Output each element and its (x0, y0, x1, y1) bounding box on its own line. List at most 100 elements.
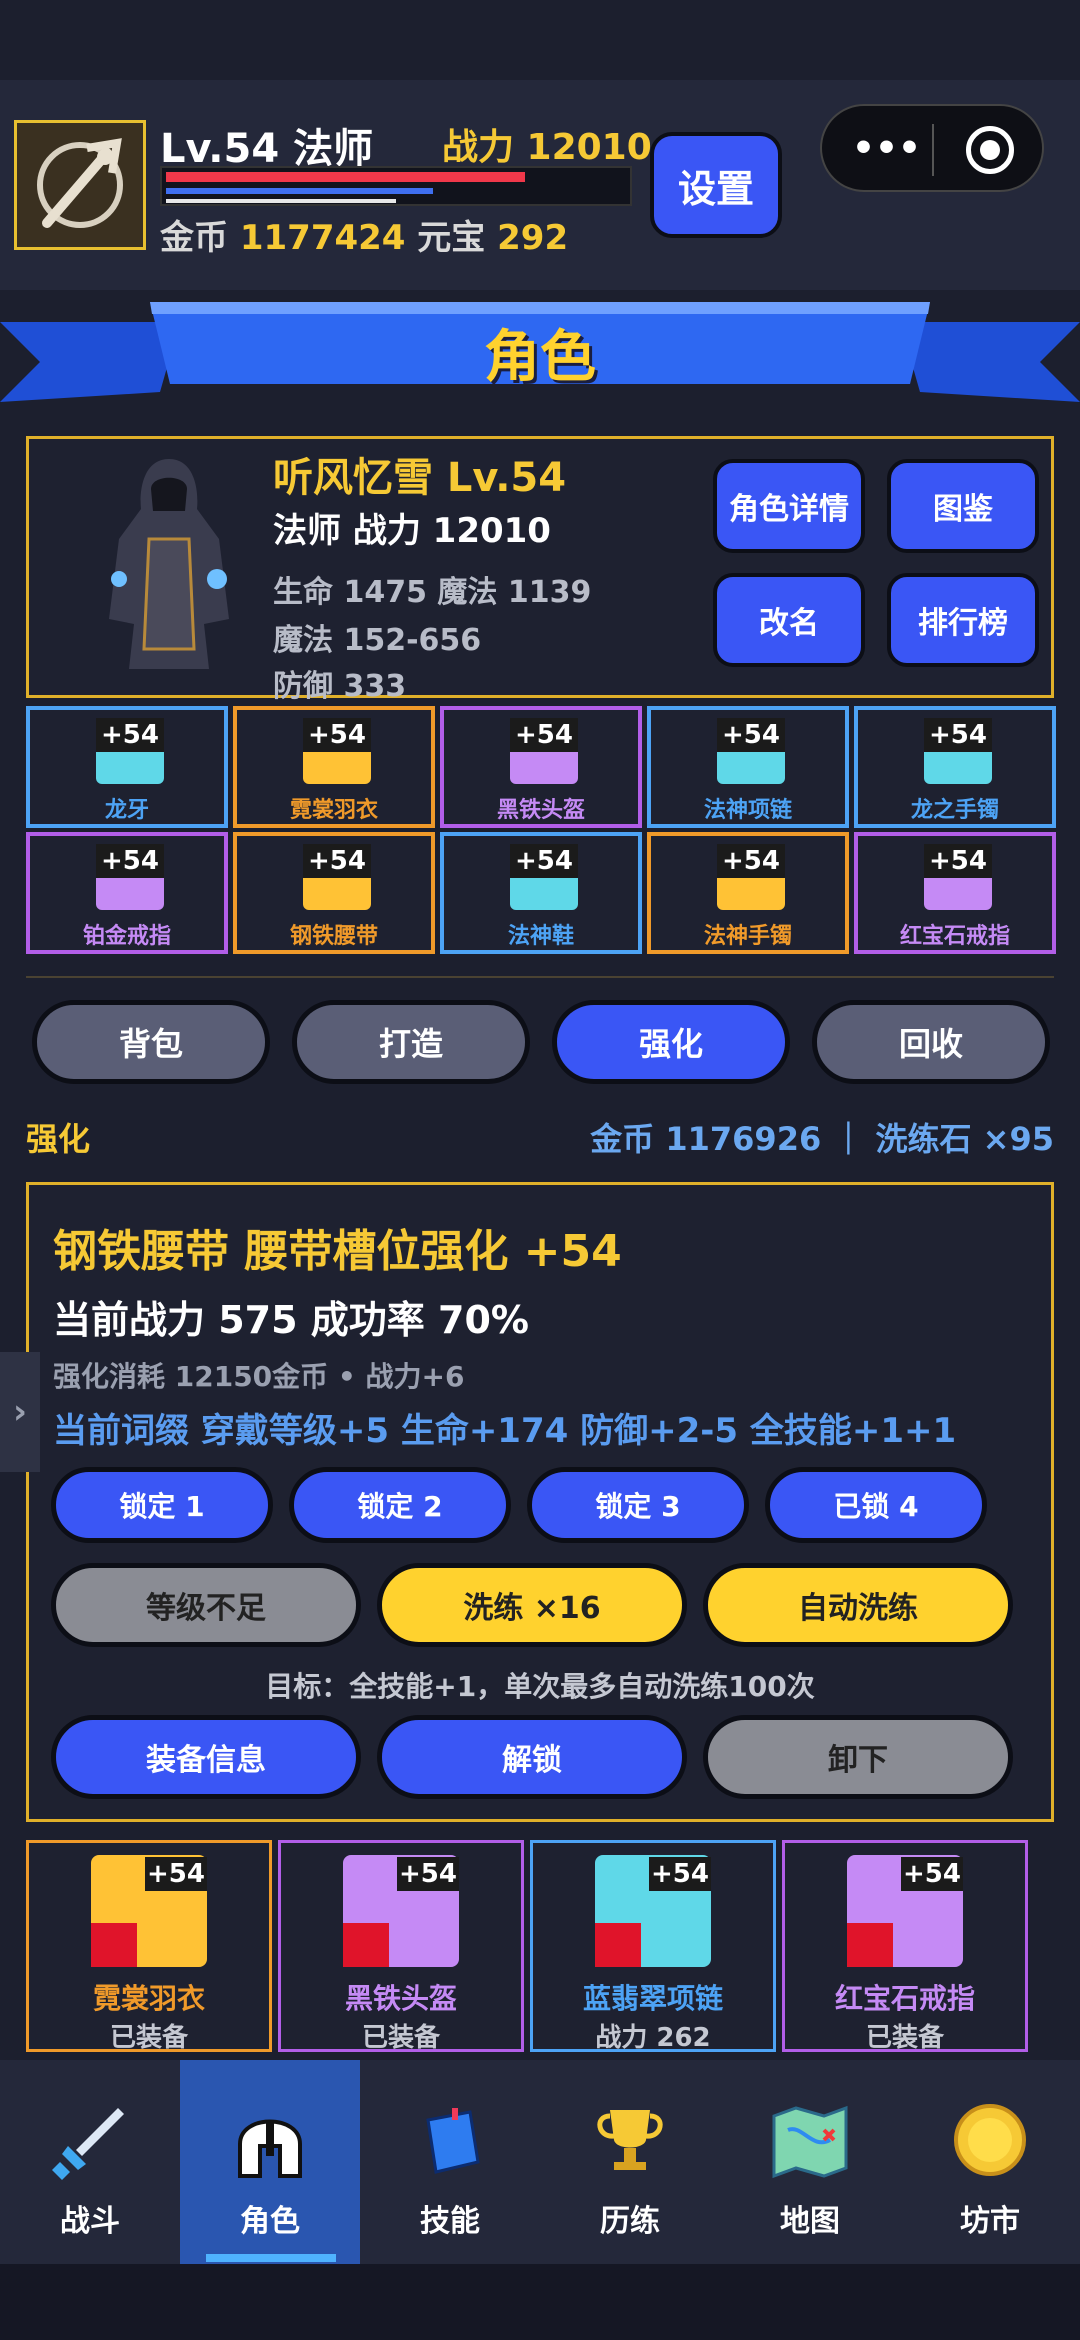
nav-map[interactable]: 地图 (720, 2060, 900, 2264)
equipment-slot[interactable]: +54 铂金戒指 (26, 832, 228, 954)
lock-icon (91, 1923, 137, 1967)
character-hp-mp: 生命 1475 魔法 1139 (273, 575, 592, 610)
hp-bar (166, 172, 525, 182)
enhance-affixes: 当前词缀 穿戴等级+5 生命+174 防御+2-5 全技能+1+1 (53, 1411, 957, 1451)
bag-item-level: +54 (649, 1857, 711, 1891)
equipment-level: +54 (924, 718, 992, 752)
skill-book-icon (426, 2108, 480, 2174)
class-avatar[interactable] (14, 120, 146, 250)
lock-1-button[interactable]: 锁定 1 (51, 1467, 273, 1543)
nav-character[interactable]: 角色 (180, 2060, 360, 2264)
equipment-name: 法神鞋 (507, 924, 574, 949)
gold-value: 1177424 (239, 218, 406, 258)
tab-bag[interactable]: 背包 (32, 1000, 270, 1084)
lock-icon (343, 1923, 389, 1967)
helmet-icon (238, 2119, 302, 2178)
equipment-level: +54 (303, 718, 371, 752)
bag-item-name: 蓝翡翠项链 (582, 1982, 723, 2015)
nav-active-indicator (206, 2254, 336, 2262)
nav-battle[interactable]: 战斗 (0, 2060, 180, 2264)
unlock-button[interactable]: 解锁 (377, 1715, 687, 1799)
nav-market-label: 坊市 (960, 2204, 1020, 2239)
section-divider (26, 976, 1054, 978)
page-title: 角色 (484, 325, 596, 390)
sword-icon (52, 2108, 124, 2180)
bag-item-card[interactable]: +54 红宝石戒指 已装备 (782, 1840, 1028, 2053)
equipment-name: 龙牙 (104, 798, 149, 823)
lock-icon (847, 1923, 893, 1967)
nav-market[interactable]: 坊市 (900, 2060, 1080, 2264)
bottom-safe-area (0, 2264, 1080, 2340)
tab-enhance[interactable]: 强化 (552, 1000, 790, 1084)
lock-3-button[interactable]: 锁定 3 (527, 1467, 749, 1543)
equipment-slot[interactable]: +54 龙牙 (26, 706, 228, 828)
bag-item-name: 红宝石戒指 (834, 1982, 975, 2015)
bag-item-level: +54 (145, 1857, 207, 1891)
locked-4-button[interactable]: 已锁 4 (765, 1467, 987, 1543)
gold-label: 金币 (160, 218, 228, 258)
refine-button[interactable]: 洗练 ×16 (377, 1563, 687, 1647)
nav-training[interactable]: 历练 (540, 2060, 720, 2264)
equipment-level: +54 (510, 718, 578, 752)
equipment-slot[interactable]: +54 黑铁头盔 (440, 706, 642, 828)
character-magic-attack: 魔法 152-656 (273, 623, 482, 658)
equipment-info-button[interactable]: 装备信息 (51, 1715, 361, 1799)
tab-forge[interactable]: 打造 (292, 1000, 530, 1084)
bag-item-status: 已装备 (361, 2023, 440, 2053)
equipment-name: 钢铁腰带 (289, 924, 378, 949)
capsule-divider (932, 124, 934, 176)
character-class-power: 法师 战力 12010 (273, 511, 551, 551)
enhance-power-rate: 当前战力 575 成功率 70% (53, 1298, 529, 1342)
lock-2-button[interactable]: 锁定 2 (289, 1467, 511, 1543)
unequip-button[interactable]: 卸下 (703, 1715, 1013, 1799)
equipment-slot[interactable]: +54 法神鞋 (440, 832, 642, 954)
player-power: 战力 12010 (442, 127, 652, 168)
bag-item-card[interactable]: +54 蓝翡翠项链战力 262 (530, 1840, 776, 2053)
character-name-level: 听风忆雪 Lv.54 (273, 455, 567, 501)
nav-skills[interactable]: 技能 (360, 2060, 540, 2264)
level-insufficient-button[interactable]: 等级不足 (51, 1563, 361, 1647)
refine-target-note: 目标：全技能+1，单次最多自动洗练100次 (265, 1670, 815, 1703)
equipment-level: +54 (96, 718, 164, 752)
equipment-slot[interactable]: +54 法神手镯 (647, 832, 849, 954)
section-title: 强化 (26, 1120, 91, 1158)
bag-item-name: 黑铁头盔 (344, 1982, 457, 2015)
yuanbao-label: 元宝 (417, 218, 486, 258)
enhance-item-title: 钢铁腰带 腰带槽位强化 +54 (53, 1226, 622, 1277)
equipment-level: +54 (717, 718, 785, 752)
currency-line: 金币 1177424 元宝 292 (160, 210, 568, 259)
character-details-button[interactable]: 角色详情 (713, 459, 865, 553)
equipment-name: 霓裳羽衣 (289, 798, 378, 823)
nav-skills-label: 技能 (420, 2204, 480, 2239)
trophy-icon (597, 2110, 663, 2170)
equipment-slot[interactable]: +54 龙之手镯 (854, 706, 1056, 828)
bag-item-name: 霓裳羽衣 (92, 1982, 205, 2015)
codex-button[interactable]: 图鉴 (887, 459, 1039, 553)
lock-icon (595, 1923, 641, 1967)
equipment-level: +54 (96, 844, 164, 878)
target-circle-icon[interactable] (966, 126, 1014, 174)
bag-item-status: 已装备 (109, 2023, 188, 2053)
status-bars (160, 166, 632, 206)
equipment-name: 铂金戒指 (82, 924, 171, 949)
leaderboard-button[interactable]: 排行榜 (887, 573, 1039, 667)
bag-item-card[interactable]: +54 黑铁头盔已装备 (278, 1840, 524, 2053)
more-dots-icon[interactable]: ••• (852, 128, 921, 169)
side-expand-arrow-icon[interactable]: › (0, 1352, 40, 1472)
bag-item-card[interactable]: +54 霓裳羽衣已装备 (26, 1840, 272, 2053)
tab-recycle[interactable]: 回收 (812, 1000, 1050, 1084)
equipment-slot[interactable]: +54 法神项链 (647, 706, 849, 828)
yuanbao-value: 292 (497, 218, 569, 258)
mage-character-portrait (109, 459, 229, 669)
equipment-slot[interactable]: +54 霓裳羽衣 (233, 706, 435, 828)
bag-item-level: +54 (397, 1857, 459, 1891)
bag-item-status: 战力 262 (595, 2023, 711, 2053)
mini-program-capsule: ••• (820, 104, 1044, 192)
auto-refine-button[interactable]: 自动洗练 (703, 1563, 1013, 1647)
settings-button[interactable]: 设置 (650, 132, 782, 238)
equipment-slot[interactable]: +54 红宝石戒指 (854, 832, 1056, 954)
character-defense: 防御 333 (273, 669, 407, 704)
equipment-slot[interactable]: +54 钢铁腰带 (233, 832, 435, 954)
section-resources: 金币 1176926 ｜ 洗练石 ×95 (590, 1120, 1054, 1158)
rename-button[interactable]: 改名 (713, 573, 865, 667)
